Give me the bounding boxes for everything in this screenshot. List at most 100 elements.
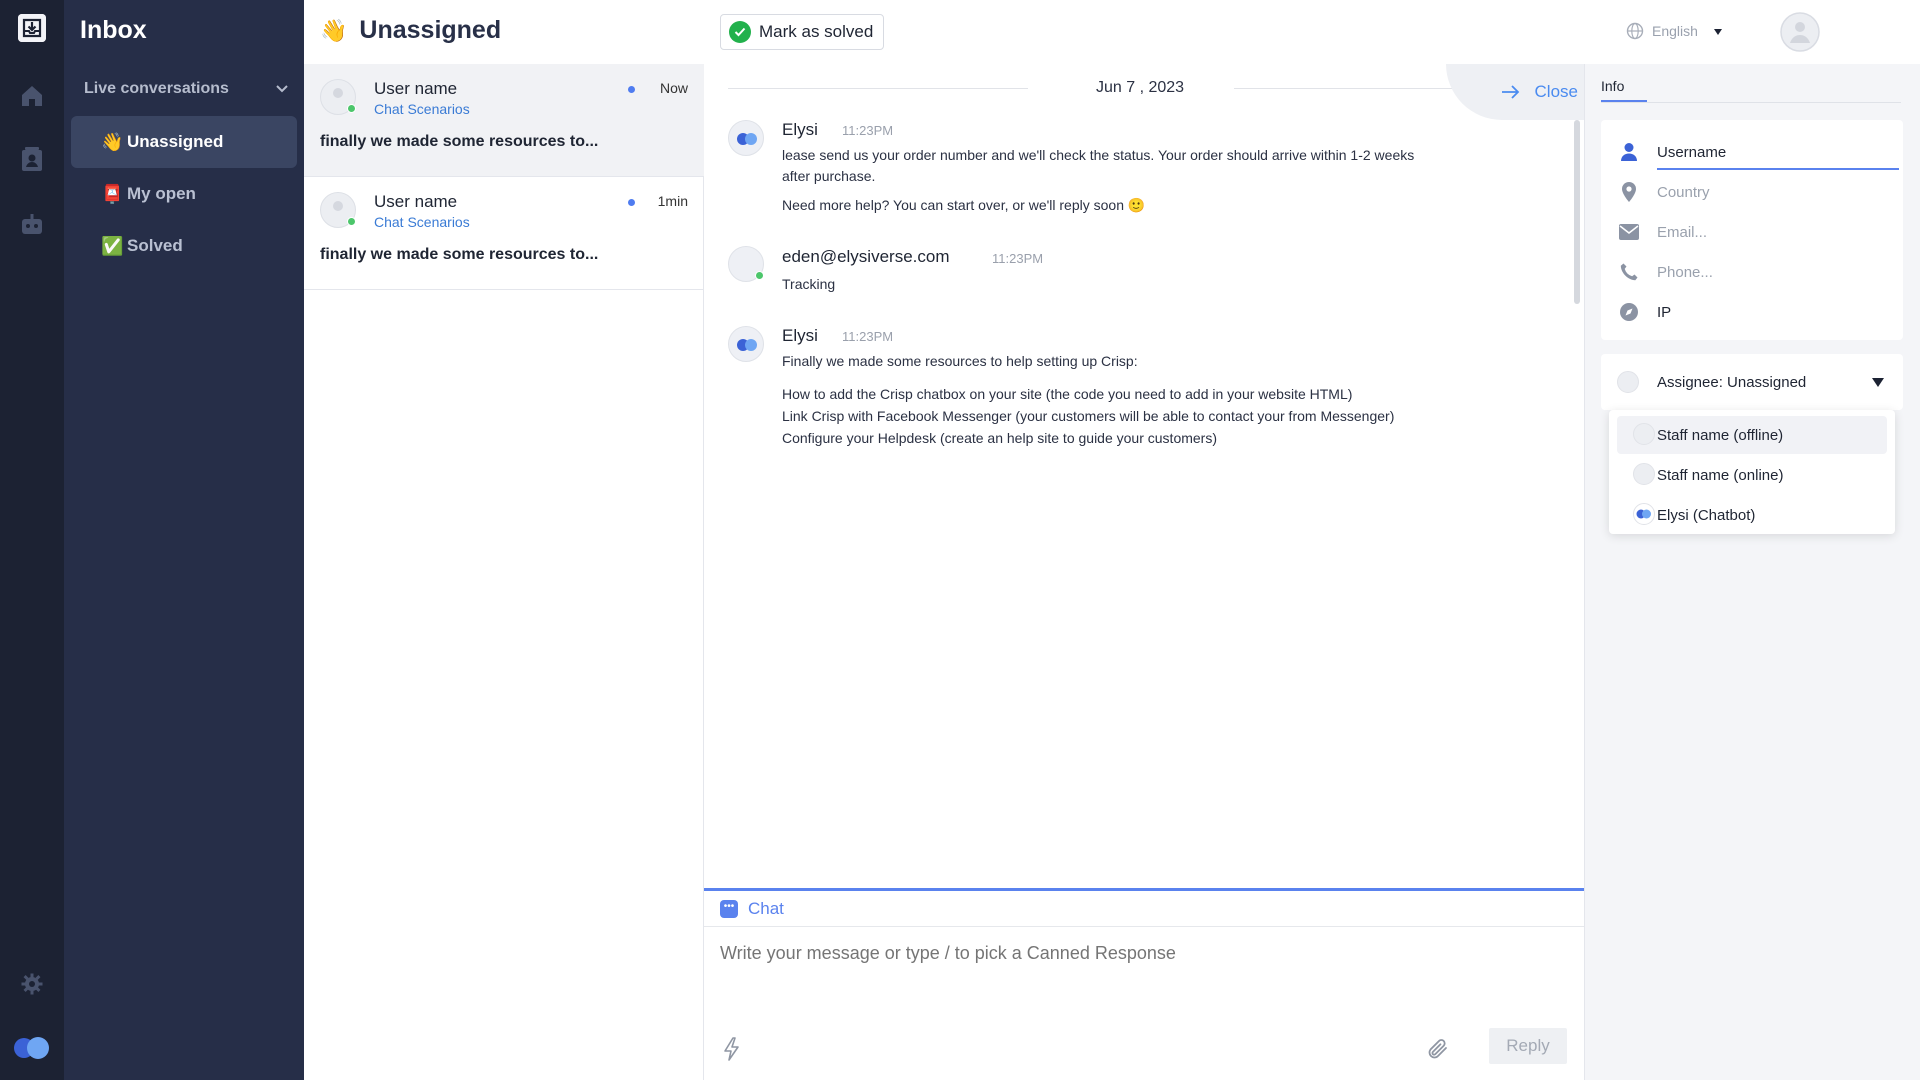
assignee-option-online[interactable]: Staff name (online) [1617, 456, 1887, 494]
contact-avatar [320, 192, 356, 228]
page-title-text: Unassigned [359, 16, 502, 44]
top-header: 👋 Unassigned Mark as solved English [304, 0, 1920, 64]
unread-dot [628, 199, 635, 206]
waving-hand-icon: 👋 [320, 17, 348, 43]
contacts-icon[interactable] [16, 144, 48, 176]
message-sender: Elysi [782, 326, 818, 345]
conversation-name: User name [374, 79, 458, 98]
assignee-option-chatbot[interactable]: Elysi (Chatbot) [1617, 496, 1887, 534]
icon-rail [0, 0, 64, 1080]
settings-gear-icon[interactable] [16, 968, 48, 1000]
page-title: 👋 Unassigned [320, 16, 501, 45]
sidebar-item-label: Unassigned [127, 132, 224, 151]
date-divider-line [1234, 88, 1464, 89]
mark-as-solved-button[interactable]: Mark as solved [720, 14, 885, 50]
username-field[interactable]: Username [1601, 132, 1903, 172]
paperclip-attach-icon[interactable] [1426, 1037, 1450, 1066]
contact-avatar [728, 246, 764, 282]
ip-field[interactable]: IP [1601, 292, 1903, 332]
conversation-name: User name [374, 192, 458, 211]
online-status-dot [347, 217, 356, 226]
user-avatar[interactable] [1780, 12, 1820, 52]
contact-avatar [320, 79, 356, 115]
message-text: lease send us your order number and we'l… [782, 147, 1415, 163]
username-label: Username [1657, 143, 1727, 161]
conversation-item[interactable]: User name Chat Scenarios Now finally we … [304, 64, 704, 177]
language-label: English [1652, 23, 1698, 39]
bot-avatar [728, 120, 764, 156]
phone-field[interactable]: Phone... [1601, 252, 1903, 292]
bot-avatar [728, 326, 764, 362]
message-text: Tracking [782, 276, 836, 292]
arrow-right-icon [1501, 85, 1519, 99]
conversation-time: Now [659, 80, 688, 96]
lightning-shortcut-icon[interactable] [722, 1037, 742, 1066]
mail-icon [1619, 222, 1639, 242]
inbox-title: Inbox [80, 16, 147, 44]
assignee-label: Assignee: Unassigned [1657, 373, 1807, 391]
close-label: Close [1534, 82, 1578, 101]
phone-label: Phone... [1657, 263, 1713, 281]
message-time: 11:23PM [992, 251, 1044, 266]
staff-avatar [1633, 463, 1655, 485]
sidebar-item-my-open[interactable]: 📮 My open [71, 168, 297, 220]
sidebar: Inbox Live conversations 👋 Unassigned 📮 … [64, 0, 304, 1080]
conversation-scenario[interactable]: Chat Scenarios [374, 101, 470, 117]
sidebar-item-solved[interactable]: ✅ Solved [71, 220, 297, 272]
assignee-avatar [1617, 371, 1639, 393]
language-selector[interactable]: English [1626, 22, 1724, 40]
tab-info[interactable]: Info [1601, 78, 1624, 94]
assignee-option-offline[interactable]: Staff name (offline) [1617, 416, 1887, 454]
composer-divider [704, 926, 1584, 927]
contact-info-panel: Info Username Country Email... Phone... … [1584, 64, 1920, 1080]
assignee-dropdown: Staff name (offline) Staff name (online)… [1609, 410, 1895, 534]
tab-chat-label: Chat [748, 899, 784, 918]
online-status-dot [347, 104, 356, 113]
mark-as-solved-label: Mark as solved [759, 22, 874, 41]
check-circle-icon [729, 21, 751, 43]
message-time: 11:23PM [842, 329, 894, 344]
status-toggle-icon[interactable] [12, 1032, 52, 1064]
message-text: Need more help? You can start over, or w… [782, 197, 1146, 213]
reply-button[interactable]: Reply [1489, 1028, 1567, 1064]
phone-icon [1619, 262, 1639, 282]
bot-logo-icon [737, 339, 757, 351]
tab-chat[interactable]: ••• Chat [720, 899, 784, 919]
date-divider-line [728, 88, 1028, 89]
unread-dot [628, 86, 635, 93]
message-sender: eden@elysiverse.com [782, 247, 950, 266]
message-text: after purchase. [782, 168, 876, 184]
inbox-logo-icon[interactable] [18, 14, 46, 42]
online-status-dot [755, 271, 764, 280]
chat-bubble-icon: ••• [720, 900, 738, 918]
chat-scrollbar[interactable] [1574, 120, 1580, 304]
caret-down-icon [1713, 29, 1722, 35]
tab-info-underline [1601, 100, 1647, 102]
check-mark-icon: ✅ [101, 235, 124, 256]
assignee-select[interactable]: Assignee: Unassigned [1601, 354, 1903, 410]
email-field[interactable]: Email... [1601, 212, 1903, 252]
conversation-list: User name Chat Scenarios Now finally we … [304, 64, 704, 1080]
message-time: 11:23PM [842, 123, 894, 138]
conversation-time: 1min [657, 193, 688, 209]
sidebar-item-label: My open [127, 184, 196, 203]
staff-avatar [1633, 423, 1655, 445]
sidebar-item-unassigned[interactable]: 👋 Unassigned [71, 116, 297, 168]
conversation-item[interactable]: User name Chat Scenarios 1min finally we… [304, 177, 704, 290]
message-text: Configure your Helpdesk (create an help … [782, 430, 1217, 446]
conversation-scenario[interactable]: Chat Scenarios [374, 214, 470, 230]
message-text: Link Crisp with Facebook Messenger (your… [782, 408, 1395, 424]
close-conversation-button[interactable]: Close [1446, 64, 1584, 120]
message-input[interactable] [720, 943, 1560, 964]
chevron-down-icon [276, 85, 288, 93]
caret-down-icon [1872, 378, 1884, 387]
live-conversations-label: Live conversations [84, 80, 229, 97]
waving-hand-icon: 👋 [101, 131, 124, 152]
tab-divider [1601, 102, 1901, 103]
live-conversations-toggle[interactable]: Live conversations [84, 80, 289, 98]
bot-icon[interactable] [16, 208, 48, 240]
home-icon[interactable] [16, 80, 48, 112]
sidebar-item-label: Solved [127, 236, 183, 255]
country-field[interactable]: Country [1601, 172, 1903, 212]
compass-icon [1619, 302, 1639, 322]
